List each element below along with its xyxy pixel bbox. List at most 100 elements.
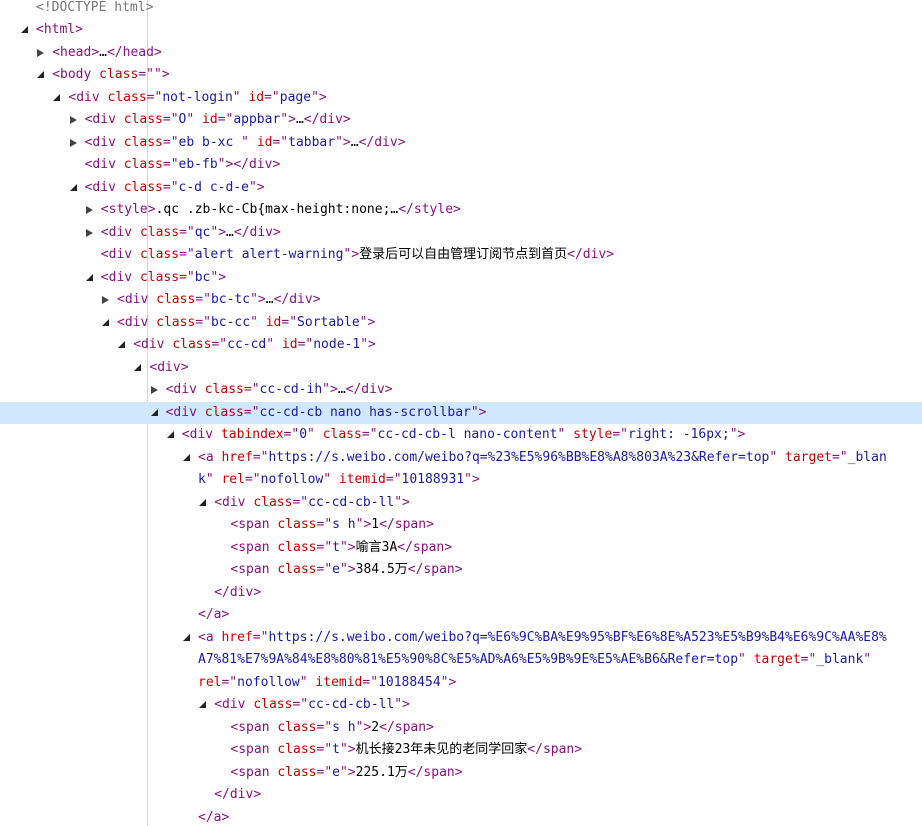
- tag-punct: =": [146, 89, 163, 105]
- tag-punct: =": [800, 652, 817, 667]
- node-markup: <span class="t">喻言3A</span>: [230, 537, 452, 560]
- tree-line[interactable]: <head>…</head>: [0, 42, 922, 65]
- tag-punct: =": [297, 337, 314, 352]
- expanded-triangle-icon[interactable]: [52, 87, 64, 110]
- tree-line[interactable]: <html>: [0, 19, 922, 42]
- collapsed-triangle-icon[interactable]: [69, 109, 81, 132]
- tag-punct: ">: [464, 472, 480, 487]
- attr-name: class: [123, 134, 163, 150]
- expanded-triangle-icon[interactable]: [198, 694, 210, 717]
- tree-line[interactable]: <span class="t">机长接23年未见的老同学回家</span>: [0, 739, 922, 762]
- tag-punct: =": [179, 224, 195, 240]
- attr-name: style: [573, 427, 613, 442]
- attr-value: t: [332, 742, 340, 757]
- tree-line[interactable]: <div class="O" id="appbar">…</div>: [0, 109, 922, 132]
- tag-punct: ">: [355, 517, 372, 532]
- text-node: 2: [371, 719, 380, 735]
- collapsed-triangle-icon[interactable]: [150, 379, 162, 402]
- tag-punct: ">: [335, 134, 351, 150]
- elements-tree[interactable]: <!DOCTYPE html> <html> <head>…</head> <body…: [0, 0, 922, 826]
- tree-line[interactable]: k" rel="nofollow" itemid="10188931">: [0, 469, 922, 492]
- tree-line[interactable]: <div class="cc-cd-cb-ll">: [0, 492, 922, 515]
- tree-line[interactable]: </div>: [0, 784, 922, 807]
- tree-line[interactable]: <div class="qc">…</div>: [0, 222, 922, 245]
- tree-line[interactable]: <div class="eb b-xc " id="tabbar">…</div…: [0, 132, 922, 155]
- tree-line[interactable]: </div>: [0, 582, 922, 605]
- tree-line[interactable]: <div class="cc-cd" id="node-1">: [0, 334, 922, 357]
- attr-name: href: [221, 629, 253, 645]
- collapsed-triangle-icon[interactable]: [36, 42, 48, 65]
- tag-punct: </div>: [233, 157, 281, 172]
- tree-line[interactable]: <style>.qc .zb-kc-Cb{max-height:none;…</…: [0, 199, 922, 222]
- tag-punct: <div: [100, 269, 140, 285]
- tree-line[interactable]: <body class="">: [0, 64, 922, 87]
- tree-line[interactable]: <a href="https://s.weibo.com/weibo?q=%E6…: [0, 627, 922, 650]
- attr-value: s h: [332, 517, 356, 532]
- tree-line[interactable]: <div class="not-login" id="page">: [0, 87, 922, 110]
- tag-punct: ": [299, 674, 316, 690]
- collapsed-triangle-icon[interactable]: [101, 289, 113, 312]
- tree-line[interactable]: <div class="eb-fb"></div>: [0, 154, 922, 177]
- attr-name: class: [99, 67, 139, 82]
- tree-line[interactable]: rel="nofollow" itemid="10188454">: [0, 672, 922, 695]
- tree-line[interactable]: <div class="alert alert-warning">登录后可以自由…: [0, 244, 922, 267]
- collapsed-triangle-icon[interactable]: [69, 132, 81, 155]
- tag-punct: ">: [339, 562, 356, 577]
- tree-line[interactable]: <span class="t">喻言3A</span>: [0, 537, 922, 560]
- expanded-triangle-icon[interactable]: [182, 627, 194, 650]
- tree-line[interactable]: </a>: [0, 604, 922, 627]
- tree-line-selected[interactable]: <div class="cc-cd-cb nano has-scrollbar"…: [0, 401, 922, 425]
- tree-line[interactable]: <div class="bc-tc">…</div>: [0, 289, 922, 312]
- expanded-triangle-icon[interactable]: [69, 177, 81, 200]
- tag-punct: ">: [217, 157, 234, 172]
- tree-line[interactable]: <div class="cc-cd-cb-ll">: [0, 694, 922, 717]
- tag-punct: <div: [181, 427, 221, 442]
- collapsed-triangle-icon[interactable]: [85, 222, 97, 245]
- attr-name: class: [277, 517, 317, 532]
- expanded-triangle-icon[interactable]: [166, 424, 178, 447]
- tag-punct: ": [205, 472, 222, 487]
- expanded-triangle-icon[interactable]: [101, 312, 113, 335]
- tree-line[interactable]: <div>: [0, 357, 922, 380]
- tag-punct: <a: [198, 449, 222, 465]
- node-markup: <span class="s h">2</span>: [230, 717, 434, 740]
- expanded-triangle-icon[interactable]: [133, 357, 145, 380]
- tree-line[interactable]: <span class="e">384.5万</span>: [0, 559, 922, 582]
- tree-line[interactable]: <span class="s h">2</span>: [0, 717, 922, 740]
- expanded-triangle-icon[interactable]: [117, 334, 129, 357]
- tree-line[interactable]: <div tabindex="0" class="cc-cd-cb-l nano…: [0, 424, 922, 447]
- expanded-triangle-icon[interactable]: [85, 267, 97, 290]
- attr-value: 10188931: [401, 472, 465, 487]
- tag-punct: =": [252, 449, 269, 465]
- tag-punct: ">: [280, 112, 296, 127]
- tag-punct: <div: [84, 157, 124, 172]
- attr-name: class: [139, 224, 180, 240]
- tag-punct: ">: [210, 224, 227, 240]
- attr-name: class: [123, 112, 163, 127]
- attr-value: cc-cd-cb nano has-scrollbar: [259, 404, 471, 420]
- expanded-triangle-icon[interactable]: [150, 402, 162, 425]
- expanded-triangle-icon[interactable]: [36, 64, 48, 87]
- tree-line[interactable]: A7%81%E7%9A%84%E8%80%81%E5%90%8C%E5%AD%A…: [0, 649, 922, 672]
- collapsed-triangle-icon[interactable]: [85, 199, 97, 222]
- tree-line[interactable]: <div class="bc">: [0, 267, 922, 290]
- tag-punct: ">: [248, 179, 265, 195]
- expanded-triangle-icon[interactable]: [198, 492, 210, 515]
- tree-line[interactable]: </a>: [0, 807, 922, 826]
- tree-line[interactable]: <div class="c-d c-d-e">: [0, 177, 922, 200]
- tree-line[interactable]: <span class="e">225.1万</span>: [0, 762, 922, 785]
- attr-value: cc-cd-cb-ll: [308, 697, 395, 712]
- attr-name: class: [277, 764, 317, 780]
- tree-line[interactable]: <a href="https://s.weibo.com/weibo?q=%23…: [0, 447, 922, 470]
- tree-line[interactable]: <!DOCTYPE html>: [0, 0, 922, 19]
- tree-line[interactable]: <span class="s h">1</span>: [0, 514, 922, 537]
- tree-line[interactable]: <div class="bc-cc" id="Sortable">: [0, 312, 922, 335]
- tag-punct: ">: [729, 427, 746, 442]
- tree-line[interactable]: <div class="cc-cd-ih">…</div>: [0, 379, 922, 402]
- expanded-triangle-icon[interactable]: [20, 19, 32, 42]
- attr-value: cc-cd-cb-l nano-content: [377, 427, 558, 442]
- attr-name: rel: [221, 472, 245, 487]
- text-node: …: [337, 382, 346, 397]
- expanded-triangle-icon[interactable]: [182, 447, 194, 470]
- tag-punct: =": [243, 404, 260, 420]
